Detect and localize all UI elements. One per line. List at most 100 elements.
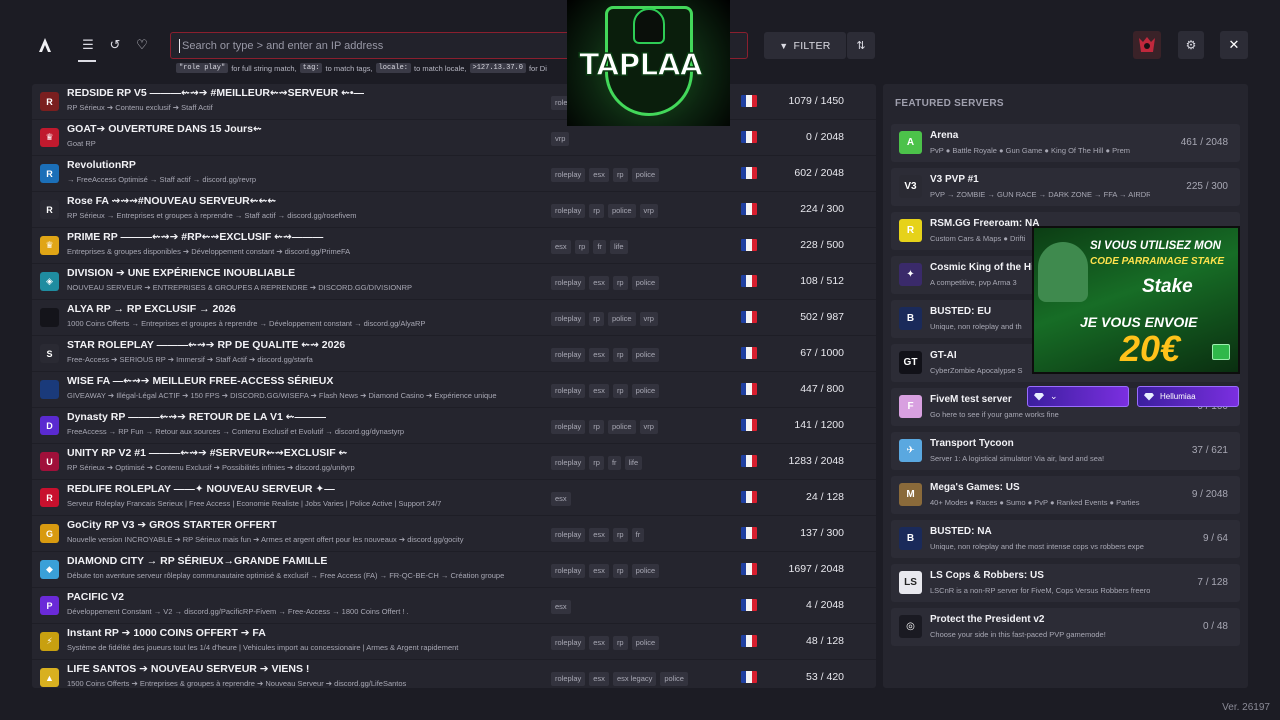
server-row[interactable]: R Rose FA ⇝⇝⇝#NOUVEAU SERVEUR⇜⇜⇜ RP Sérieu…	[32, 192, 876, 228]
server-tag[interactable]: police	[607, 204, 636, 218]
server-tag[interactable]: rp	[612, 564, 628, 578]
server-tag[interactable]: rp	[589, 204, 604, 218]
server-tag[interactable]: esx	[551, 492, 571, 506]
server-tag[interactable]: esx	[589, 528, 609, 542]
server-tag[interactable]: roleplay	[551, 672, 586, 686]
server-tag[interactable]: esx	[589, 636, 609, 650]
hint-code: "role play"	[176, 63, 229, 73]
server-tag[interactable]: police	[631, 168, 660, 182]
server-row[interactable]: R RevolutionRP → FreeAccess Optimisé → Sta…	[32, 156, 876, 192]
diamond-icon	[1034, 392, 1044, 401]
server-tag[interactable]: roleplay	[551, 636, 586, 650]
ad-button-left: ⌄	[1027, 386, 1129, 407]
featured-server-name: LS Cops & Robbers: US	[930, 570, 1044, 581]
user-avatar[interactable]	[1133, 31, 1161, 59]
history-icon[interactable]: ↺	[106, 36, 124, 54]
featured-server-name: RSM.GG Freeroam: NA	[930, 218, 1040, 229]
server-row[interactable]: ♛ GOAT➔ OUVERTURE DANS 15 Jours⇜ Goat RP vr…	[32, 120, 876, 156]
server-icon	[40, 380, 59, 399]
server-tag[interactable]: police	[631, 564, 660, 578]
gift-icon	[1212, 344, 1230, 360]
server-row[interactable]: ◆ DIAMOND CITY → RP SÉRIEUX→GRANDE FAMILL…	[32, 552, 876, 588]
featured-server-card[interactable]: LS LS Cops & Robbers: US LSCnR is a non-RP…	[891, 564, 1240, 602]
server-tag[interactable]: esx	[551, 600, 571, 614]
server-icon: U	[40, 452, 59, 471]
server-tag[interactable]: esx	[589, 564, 609, 578]
settings-button[interactable]: ⚙	[1178, 31, 1204, 59]
server-tag[interactable]: esx legacy	[612, 672, 657, 686]
server-tag[interactable]: fr	[607, 456, 621, 470]
server-row[interactable]: R REDLIFE ROLEPLAY ——✦ NOUVEAU SERVEUR ✦—…	[32, 480, 876, 516]
server-tag[interactable]: esx	[589, 384, 609, 398]
server-tag[interactable]: police	[631, 348, 660, 362]
server-tag[interactable]: rp	[612, 276, 628, 290]
server-tag[interactable]: police	[607, 420, 636, 434]
server-tag[interactable]: esx	[589, 168, 609, 182]
server-tag[interactable]: esx	[589, 672, 609, 686]
server-tag[interactable]: roleplay	[551, 348, 586, 362]
server-tag[interactable]: police	[631, 276, 660, 290]
server-tag[interactable]: rp	[574, 240, 590, 254]
server-tag[interactable]: roleplay	[551, 420, 586, 434]
featured-server-card[interactable]: ◎ Protect the President v2 Choose your sid…	[891, 608, 1240, 646]
server-tag[interactable]: vrp	[639, 312, 658, 326]
server-tag[interactable]: rp	[612, 636, 628, 650]
server-tag[interactable]: roleplay	[551, 384, 586, 398]
close-button[interactable]: ✕	[1220, 31, 1248, 59]
server-tag[interactable]: rp	[612, 348, 628, 362]
featured-server-card[interactable]: V3 V3 PVP #1 PVP → ZOMBIE → GUN RACE → DAR…	[891, 168, 1240, 206]
search-hints: "role play" for full string match, tag: …	[176, 63, 547, 73]
server-tag[interactable]: vrp	[639, 420, 658, 434]
server-tag[interactable]: esx	[551, 240, 571, 254]
server-tag[interactable]: esx	[589, 348, 609, 362]
app-logo[interactable]	[36, 36, 54, 54]
server-tag[interactable]: rp	[612, 528, 628, 542]
server-tag[interactable]: rp	[589, 312, 604, 326]
server-row[interactable]: ▲ LIFE SANTOS ➔ NOUVEAU SERVEUR ➔ VIENS !…	[32, 660, 876, 688]
featured-server-icon: A	[899, 131, 922, 154]
server-tag[interactable]: roleplay	[551, 204, 586, 218]
server-tag[interactable]: life	[609, 240, 628, 254]
server-tag[interactable]: police	[660, 672, 688, 686]
server-row[interactable]: D Dynasty RP ———⇜⇝➔ RETOUR DE LA V1 ⇜——— F…	[32, 408, 876, 444]
server-tag[interactable]: fr	[631, 528, 645, 542]
server-tag[interactable]: roleplay	[551, 276, 586, 290]
server-row[interactable]: S STAR ROLEPLAY ———⇜⇝➔ RP DE QUALITE ⇜⇝ 2…	[32, 336, 876, 372]
server-tag[interactable]: rp	[612, 384, 628, 398]
server-tag[interactable]: roleplay	[551, 312, 586, 326]
server-row[interactable]: P PACIFIC V2 Développement Constant → V2 →…	[32, 588, 876, 624]
server-row[interactable]: ♛ PRIME RP ———⇜⇝➔ #RP⇜⇝EXCLUSIF ⇜⇝——— Entr…	[32, 228, 876, 264]
sort-icon: ⇅	[856, 40, 866, 52]
server-tag[interactable]: vrp	[639, 204, 658, 218]
featured-server-card[interactable]: M Mega's Games: US 40+ Modes ● Races ● Sum…	[891, 476, 1240, 514]
filter-button[interactable]: ▼ FILTER	[764, 32, 846, 59]
server-tag[interactable]: roleplay	[551, 528, 586, 542]
server-row[interactable]: G GoCity RP V3 ➔ GROS STARTER OFFERT Nouve…	[32, 516, 876, 552]
list-view-icon[interactable]: ☰	[79, 36, 97, 54]
server-tag[interactable]: fr	[593, 240, 606, 254]
server-row[interactable]: R REDSIDE RP V5 ———⇜⇝➔ #MEILLEUR⇜⇝SERVEUR…	[32, 84, 876, 120]
server-row[interactable]: ALYA RP → RP EXCLUSIF → 2026 1000 Coins O…	[32, 300, 876, 336]
server-row[interactable]: U UNITY RP V2 #1 ———⇜⇝➔ #SERVEUR⇜⇝EXCLUSI…	[32, 444, 876, 480]
server-tag[interactable]: vrp	[551, 132, 570, 146]
server-tag[interactable]: police	[631, 636, 660, 650]
server-tag[interactable]: esx	[589, 276, 609, 290]
server-row[interactable]: ◈ DIVISION ➔ UNE EXPÉRIENCE INOUBLIABLE NO…	[32, 264, 876, 300]
ad-line2: CODE PARRAINAGE STAKE	[1090, 256, 1225, 267]
server-tag[interactable]: roleplay	[551, 168, 586, 182]
featured-server-card[interactable]: ✈ Transport Tycoon Server 1: A logistical …	[891, 432, 1240, 470]
featured-server-card[interactable]: B BUSTED: NA Unique, non roleplay and the …	[891, 520, 1240, 558]
server-tag[interactable]: police	[631, 384, 660, 398]
server-tag[interactable]: roleplay	[551, 456, 586, 470]
server-tag[interactable]: rp	[612, 168, 628, 182]
featured-server-card[interactable]: A Arena PvP ● Battle Royale ● Gun Game ● K…	[891, 124, 1240, 162]
server-tag[interactable]: police	[607, 312, 636, 326]
favorites-icon[interactable]: ♡	[133, 36, 151, 54]
server-row[interactable]: ⚡ Instant RP ➔ 1000 COINS OFFERT ➔ FA Syst…	[32, 624, 876, 660]
server-tag[interactable]: rp	[589, 456, 604, 470]
server-tag[interactable]: life	[624, 456, 643, 470]
sort-button[interactable]: ⇅	[847, 32, 875, 59]
server-tag[interactable]: roleplay	[551, 564, 586, 578]
server-row[interactable]: WISE FA —⇜⇝➔ MEILLEUR FREE-ACCESS SÉRIEU…	[32, 372, 876, 408]
server-tag[interactable]: rp	[589, 420, 604, 434]
